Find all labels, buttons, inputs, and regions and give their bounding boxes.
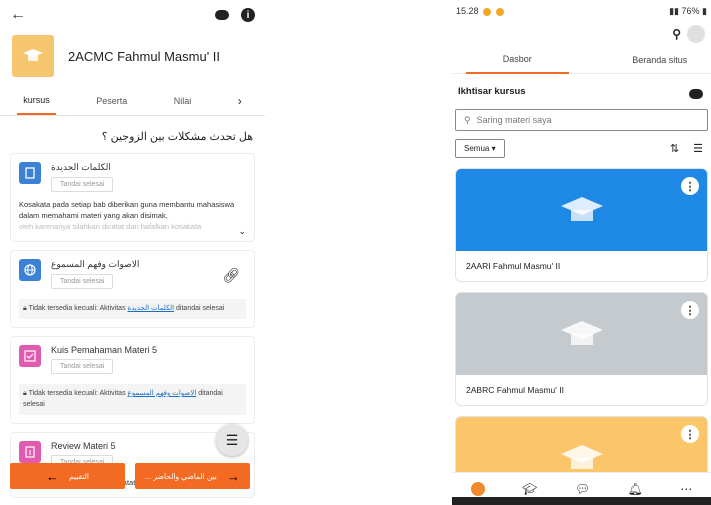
activity-title[interactable]: الكلمات الجديدة	[51, 162, 246, 173]
cloud-download-icon[interactable]	[689, 88, 703, 99]
course-image: ⋮	[456, 169, 707, 251]
file-icon	[19, 162, 41, 184]
notification-icon	[495, 7, 504, 16]
restriction-link[interactable]: الاصوات وفهم المسموع	[128, 390, 197, 397]
battery-level: 76%	[681, 5, 700, 16]
list-icon: ☰	[225, 431, 239, 448]
course-card[interactable]: ⋮ 2AARI Fahmul Masmu' II	[455, 168, 708, 282]
course-header: 2ACMC Fahmul Masmu' II	[0, 30, 265, 78]
activity-description: Kosakata pada setiap bab diberikan guna …	[19, 200, 235, 220]
link-icon[interactable]: 🔗︎	[222, 267, 240, 284]
sort-icon[interactable]: ⇅	[670, 142, 679, 155]
graduation-cap-icon	[560, 197, 603, 221]
left-course-screen: ← i 2ACMC Fahmul Masmu' II kursus Pesert…	[0, 0, 265, 505]
lock-icon: 🔒︎	[23, 304, 27, 312]
mark-done-button[interactable]: Tandai selesai	[51, 359, 114, 375]
restriction-link[interactable]: الكلمات الجديدة	[128, 305, 175, 312]
mark-done-button[interactable]: Tandai selesai	[51, 273, 114, 289]
list-view-icon[interactable]: ☰	[693, 142, 703, 155]
restriction-notice: 🔒︎ Tidak tersedia kecuali: Aktivitas الك…	[19, 298, 246, 320]
course-name: 2AARI Fahmul Masmu' II	[456, 251, 707, 281]
messages-icon[interactable]: 💬︎	[575, 482, 590, 496]
course-thumbnail	[12, 35, 54, 77]
search-icon[interactable]: ⚲	[672, 27, 681, 41]
more-icon[interactable]: ⋯	[680, 482, 692, 496]
graduation-cap-icon	[560, 445, 603, 469]
top-bar: ← i	[0, 0, 265, 30]
arrow-right-icon: →	[226, 468, 240, 484]
course-image: ⋮	[456, 293, 707, 375]
main-tabs: Dasbor Beranda situs	[452, 46, 711, 74]
course-menu-button[interactable]: ⋮	[681, 301, 699, 319]
previous-section-button[interactable]: ← التقييم	[10, 463, 125, 489]
arrow-left-icon: ←	[46, 468, 60, 484]
right-dashboard-screen: 15.28 ▮▮ 76% ▮ ⚲ Dasbor Beranda situs Ik…	[452, 0, 711, 505]
graduation-cap-icon	[23, 49, 43, 61]
chevron-down-icon[interactable]: ⌄	[238, 226, 246, 237]
quiz-icon	[19, 345, 41, 368]
tab-beranda-situs[interactable]: Beranda situs	[609, 47, 711, 73]
tab-dasbor[interactable]: Dasbor	[466, 46, 569, 74]
assignment-icon	[19, 441, 41, 464]
notification-icon	[483, 7, 492, 16]
graduation-cap-icon	[560, 321, 603, 345]
course-name: 2ABRC Fahmul Masmu' II	[456, 375, 707, 405]
search-placeholder: Saring materi saya	[476, 115, 552, 125]
course-overview-header: Ikhtisar kursus	[452, 74, 711, 103]
course-index-button[interactable]: ☰	[216, 424, 248, 456]
restriction-notice: 🔒︎ Tidak tersedia kecuali: Aktivitas الا…	[19, 384, 246, 416]
course-menu-button[interactable]: ⋮	[681, 177, 699, 195]
course-card[interactable]: ⋮ 2ABRC Fahmul Masmu' II	[455, 292, 708, 406]
app-bar: ⚲	[452, 22, 711, 46]
course-menu-button[interactable]: ⋮	[681, 425, 699, 443]
section-title: هل تحدث مشكلات بين الزوجين ؟	[101, 131, 253, 143]
activity-title[interactable]: الاصوات وفهم المسموع	[51, 259, 222, 270]
status-time: 15.28	[456, 6, 479, 16]
course-title: 2ACMC Fahmul Masmu' II	[68, 48, 221, 64]
tab-nilai[interactable]: Nilai	[168, 88, 198, 114]
system-gesture-bar	[452, 497, 711, 505]
overview-title: Ikhtisar kursus	[458, 86, 526, 97]
courses-icon[interactable]: 🎓︎	[522, 482, 537, 496]
activity-card[interactable]: الكلمات الجديدة Tandai selesai Kosakata …	[10, 153, 255, 242]
status-bar: 15.28 ▮▮ 76% ▮	[452, 0, 711, 22]
dashboard-icon[interactable]	[470, 482, 485, 496]
activity-description-more: oleh karenanya silahkan dicatat dan hafa…	[19, 221, 202, 231]
section-navigation: ← التقييم ... بين الماضي والحاضر →	[10, 463, 250, 489]
filter-select[interactable]: Semua ▾	[455, 139, 505, 158]
cloud-download-icon[interactable]	[215, 10, 229, 20]
lock-icon: 🔒︎	[23, 390, 27, 398]
next-section-button[interactable]: ... بين الماضي والحاضر →	[135, 463, 250, 489]
filter-bar: Semua ▾ ⇅ ☰	[452, 131, 711, 158]
activity-card[interactable]: الاصوات وفهم المسموع Tandai selesai 🔗︎ 🔒…	[10, 249, 255, 329]
chevron-right-icon[interactable]: ›	[232, 86, 248, 116]
activity-title[interactable]: Kuis Pemahaman Materi 5	[51, 345, 246, 355]
signal-icon: ▮▮	[669, 5, 679, 16]
back-arrow-icon[interactable]: ←	[10, 6, 26, 24]
globe-icon	[19, 258, 41, 281]
course-tabs: kursus Peserta Nilai ›	[0, 86, 265, 116]
notifications-icon[interactable]: 🔔︎	[628, 482, 643, 496]
info-icon[interactable]: i	[241, 8, 255, 22]
mark-done-button[interactable]: Tandai selesai	[51, 177, 114, 192]
filter-search-input[interactable]: ⚲ Saring materi saya	[455, 109, 708, 131]
battery-icon: ▮	[702, 5, 707, 16]
search-icon: ⚲	[464, 114, 471, 125]
activity-card[interactable]: Kuis Pemahaman Materi 5 Tandai selesai 🔒…	[10, 336, 255, 425]
tab-kursus[interactable]: kursus	[17, 87, 56, 115]
avatar[interactable]	[687, 25, 705, 43]
tab-peserta[interactable]: Peserta	[90, 88, 133, 114]
